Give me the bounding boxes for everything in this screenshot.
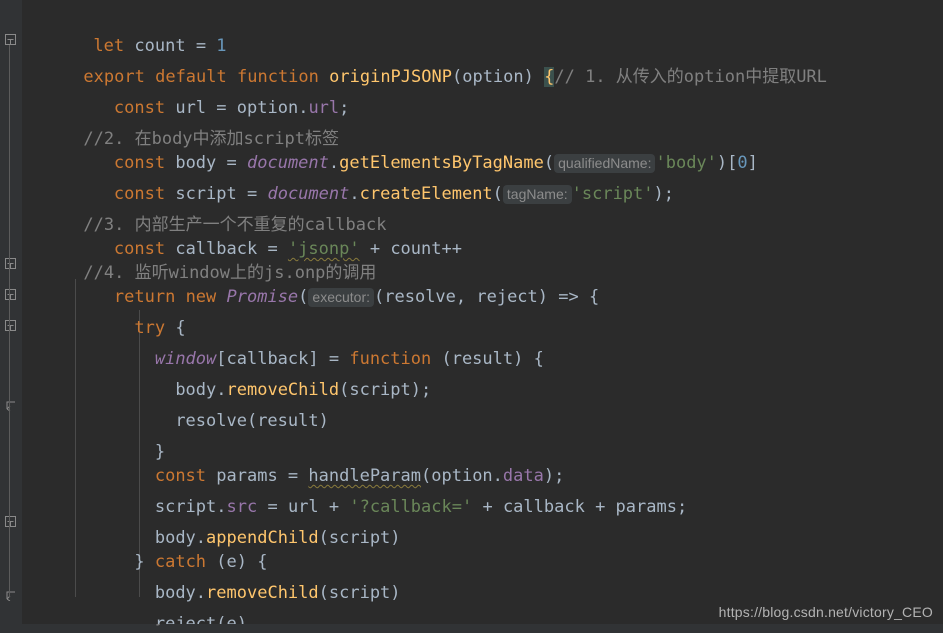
fold-marker-icon[interactable] bbox=[5, 289, 16, 300]
code-line[interactable]: const body = document.getElementsByTagNa… bbox=[32, 117, 758, 173]
token-identifier: callback bbox=[502, 497, 585, 517]
fold-region-line bbox=[9, 269, 10, 289]
token-punctuation: { bbox=[533, 349, 544, 369]
fold-end-icon[interactable] bbox=[5, 590, 16, 601]
token-args: (script) bbox=[339, 380, 421, 400]
code-line[interactable]: script.src = url + '?callback=' + callba… bbox=[32, 461, 687, 517]
code-line[interactable]: const script = document.createElement(ta… bbox=[32, 148, 674, 204]
parameter-hint[interactable]: executor: bbox=[308, 288, 375, 307]
token-identifier: params bbox=[615, 497, 677, 517]
token-punctuation: ( bbox=[492, 184, 503, 204]
clipped-bottom-line-region: //5. 插入到body bbox=[0, 624, 943, 633]
blog-watermark: https://blog.csdn.net/victory_CEO bbox=[718, 604, 933, 620]
fold-end-icon[interactable] bbox=[5, 400, 16, 411]
token-params: (result) bbox=[431, 349, 534, 369]
token-punctuation: ; bbox=[676, 497, 688, 517]
token-number: 0 bbox=[737, 153, 748, 173]
token-operator: + bbox=[584, 497, 616, 517]
fold-region-line bbox=[9, 527, 10, 597]
code-line[interactable]: const params = handleParam(option.data); bbox=[32, 430, 565, 486]
parameter-hint[interactable]: tagName: bbox=[502, 185, 572, 204]
fold-marker-icon[interactable] bbox=[5, 258, 16, 269]
matched-brace-highlight: { bbox=[544, 67, 555, 87]
code-line[interactable]: export default function originPJSONP(opt… bbox=[22, 31, 827, 87]
token-operator: + bbox=[472, 497, 503, 517]
token-class-promise: Promise bbox=[226, 287, 299, 307]
code-line[interactable]: body.removeChild(script) bbox=[32, 547, 401, 603]
token-punctuation: ) bbox=[653, 184, 664, 204]
token-call-resolve: resolve(result) bbox=[175, 411, 329, 431]
token-punctuation: ( bbox=[451, 67, 463, 87]
fold-region-line bbox=[9, 300, 10, 320]
editor-text-area[interactable]: let count = 1 export default function or… bbox=[22, 0, 943, 633]
code-line[interactable]: resolve(result) bbox=[32, 375, 329, 431]
code-line[interactable]: const url = option.url; bbox=[32, 62, 350, 118]
token-arrow-params: (resolve, reject) => bbox=[374, 287, 589, 307]
token-string: 'script' bbox=[571, 184, 654, 204]
token-args: (script) bbox=[318, 583, 401, 603]
token-punctuation: ] bbox=[747, 153, 758, 173]
token-args: (script) bbox=[318, 528, 401, 548]
fold-region-line bbox=[9, 45, 10, 535]
code-line[interactable]: let count = 1 bbox=[32, 0, 226, 56]
token-punctuation: ) bbox=[523, 67, 545, 87]
fold-region-line bbox=[9, 331, 10, 406]
token-punctuation: ; bbox=[339, 98, 350, 118]
code-line[interactable]: return new Promise(executor: (resolve, re… bbox=[32, 251, 599, 307]
token-identifier: option bbox=[462, 67, 524, 87]
code-line[interactable]: } catch (e) { bbox=[32, 516, 267, 572]
editor-gutter[interactable] bbox=[0, 0, 23, 633]
fold-marker-icon[interactable] bbox=[5, 34, 16, 45]
token-punctuation: { bbox=[588, 287, 600, 307]
code-line[interactable]: try { bbox=[32, 282, 185, 338]
token-punctuation: ( bbox=[298, 287, 309, 307]
fold-marker-icon[interactable] bbox=[5, 320, 16, 331]
token-punctuation: )[ bbox=[716, 153, 738, 173]
code-editor-screen: let count = 1 export default function or… bbox=[0, 0, 943, 633]
clipped-bottom-line: //5. 插入到body bbox=[22, 624, 165, 633]
token-punctuation: ; bbox=[421, 380, 432, 400]
token-comment: // 1. 从传入的option中提取URL bbox=[554, 67, 827, 87]
code-line[interactable]: body.removeChild(script); bbox=[32, 344, 431, 400]
token-punctuation: ; bbox=[663, 184, 675, 204]
code-line[interactable]: window[callback] = function (result) { bbox=[32, 313, 544, 369]
fold-marker-icon[interactable] bbox=[5, 516, 16, 527]
